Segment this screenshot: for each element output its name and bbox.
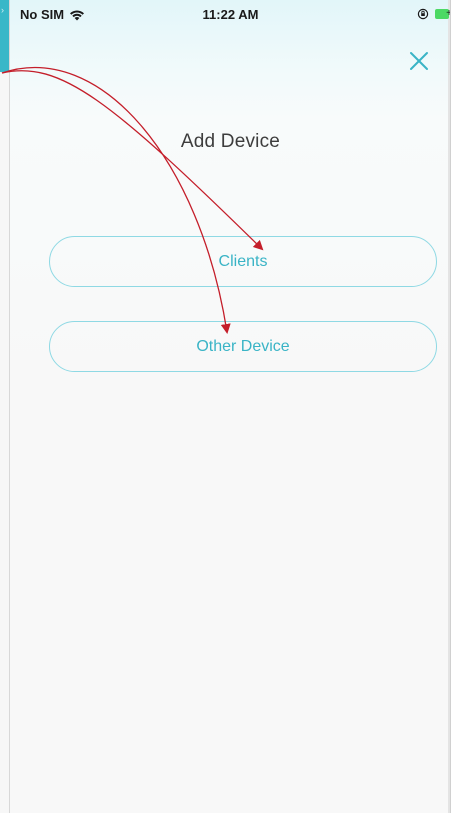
orientation-lock-icon xyxy=(417,8,429,20)
status-time: 11:22 AM xyxy=(202,7,259,22)
status-bar: No SIM 11:22 AM + xyxy=(10,0,450,30)
status-icons: + xyxy=(417,7,450,21)
page-title: Add Device xyxy=(180,131,281,152)
battery-icon: + xyxy=(435,7,450,21)
right-edge xyxy=(448,0,450,813)
close-button[interactable] xyxy=(404,46,434,76)
screenshot-canvas: › No SIM 11:22 AM + xyxy=(0,0,454,813)
clients-button[interactable]: Clients xyxy=(49,236,437,287)
charging-bolt-icon: + xyxy=(446,7,450,21)
phone-screen: No SIM 11:22 AM + xyxy=(10,0,451,813)
clients-button-label: Clients xyxy=(218,252,268,270)
left-panel-edge: › xyxy=(0,0,10,813)
other-device-button[interactable]: Other Device xyxy=(49,321,437,372)
close-icon[interactable] xyxy=(408,50,430,72)
other-device-button-label: Other Device xyxy=(196,337,290,355)
chevron-right-icon: › xyxy=(1,5,4,15)
